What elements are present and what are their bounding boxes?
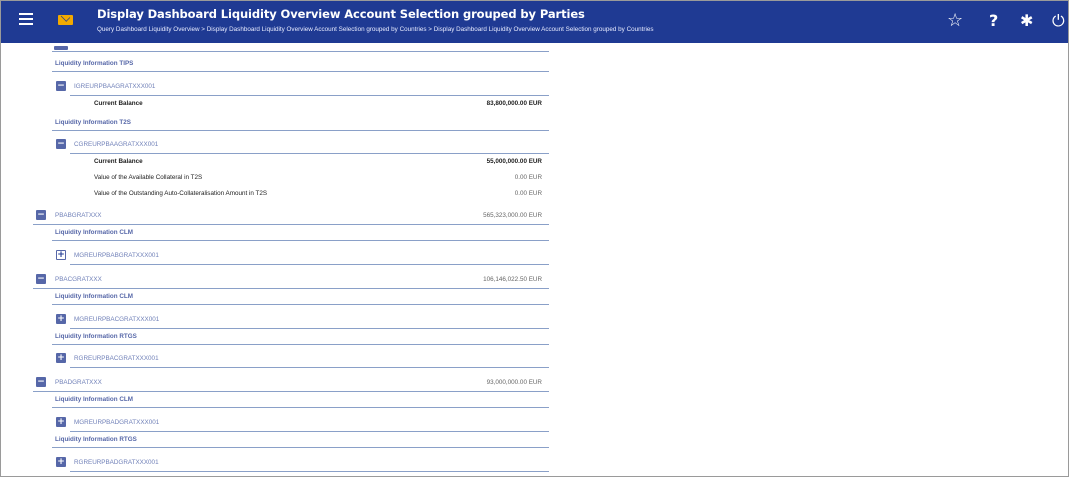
account-id-rtgs-c[interactable]: RGREURPBACGRATXXX001 xyxy=(74,355,159,362)
collapse-button[interactable] xyxy=(54,46,68,50)
auto-collateralisation-label: Value of the Outstanding Auto-Collateral… xyxy=(94,190,268,197)
divider xyxy=(70,95,549,96)
collapse-party-button[interactable]: − xyxy=(36,210,46,220)
collapse-account-button[interactable]: − xyxy=(56,81,66,91)
divider xyxy=(33,391,549,392)
collapse-party-button[interactable]: − xyxy=(36,377,46,387)
section-title-rtgs: Liquidity Information RTGS xyxy=(55,333,137,340)
expand-account-button[interactable]: + xyxy=(56,417,66,427)
expand-account-button[interactable]: + xyxy=(56,314,66,324)
divider xyxy=(70,153,549,154)
breadcrumb[interactable]: Query Dashboard Liquidity Overview > Dis… xyxy=(97,26,654,33)
available-collateral-label: Value of the Available Collateral in T2S xyxy=(94,174,203,181)
available-collateral-value: 0.00 EUR xyxy=(514,174,542,181)
account-id-rtgs-d[interactable]: RGREURPBADGRATXXX001 xyxy=(74,459,159,466)
menu-icon[interactable] xyxy=(19,13,33,25)
account-id-clm-c[interactable]: MGREURPBACGRATXXX001 xyxy=(74,316,159,323)
divider xyxy=(70,431,549,432)
main-content: Liquidity Information TIPS − IGREURPBAAG… xyxy=(0,44,1069,476)
page-title: Display Dashboard Liquidity Overview Acc… xyxy=(97,7,585,21)
header-bar: Display Dashboard Liquidity Overview Acc… xyxy=(1,1,1068,43)
expand-account-button[interactable]: + xyxy=(56,250,66,260)
divider xyxy=(33,224,549,225)
party-total-b: 565,323,000.00 EUR xyxy=(483,212,542,219)
auto-collateralisation-value: 0.00 EUR xyxy=(514,190,542,197)
divider xyxy=(70,264,549,265)
star-icon[interactable]: ☆ xyxy=(947,11,963,31)
divider xyxy=(52,407,549,408)
mail-icon[interactable] xyxy=(58,15,73,25)
current-balance-label: Current Balance xyxy=(94,100,143,107)
help-icon[interactable]: ? xyxy=(989,11,998,31)
divider xyxy=(33,288,549,289)
gear-icon[interactable]: ✱ xyxy=(1020,11,1033,31)
account-id-tips[interactable]: IGREURPBAAGRATXXX001 xyxy=(74,83,155,90)
section-title-rtgs: Liquidity Information RTGS xyxy=(55,436,137,443)
expand-account-button[interactable]: + xyxy=(56,457,66,467)
current-balance-label: Current Balance xyxy=(94,158,143,165)
divider xyxy=(52,130,549,131)
section-title-clm: Liquidity Information CLM xyxy=(55,293,134,300)
divider xyxy=(70,328,549,329)
section-title-clm: Liquidity Information CLM xyxy=(55,396,134,403)
account-id-clm-d[interactable]: MGREURPBADGRATXXX001 xyxy=(74,419,159,426)
section-title-clm: Liquidity Information CLM xyxy=(55,229,134,236)
party-total-c: 106,146,022.50 EUR xyxy=(483,276,542,283)
divider xyxy=(70,471,549,472)
power-icon[interactable]: ⏻ xyxy=(1052,11,1065,31)
divider xyxy=(52,447,549,448)
current-balance-value: 83,800,000.00 EUR xyxy=(486,100,542,107)
current-balance-value: 55,000,000.00 EUR xyxy=(486,158,542,165)
collapse-party-button[interactable]: − xyxy=(36,274,46,284)
expand-account-button[interactable]: + xyxy=(56,353,66,363)
party-bic-d[interactable]: PBADGRATXXX xyxy=(55,379,102,386)
party-bic-b[interactable]: PBABGRATXXX xyxy=(55,212,101,219)
section-title-tips: Liquidity Information TIPS xyxy=(55,60,134,67)
party-total-d: 93,000,000.00 EUR xyxy=(486,379,542,386)
divider xyxy=(52,344,549,345)
collapse-account-button[interactable]: − xyxy=(56,139,66,149)
divider xyxy=(52,304,549,305)
divider xyxy=(70,367,549,368)
account-id-t2s[interactable]: CGREURPBAAGRATXXX001 xyxy=(74,141,158,148)
divider xyxy=(52,71,549,72)
divider xyxy=(52,51,549,52)
section-title-t2s: Liquidity Information T2S xyxy=(55,119,131,126)
divider xyxy=(52,240,549,241)
party-bic-c[interactable]: PBACGRATXXX xyxy=(55,276,102,283)
account-id-clm-b[interactable]: MGREURPBABGRATXXX001 xyxy=(74,252,159,259)
